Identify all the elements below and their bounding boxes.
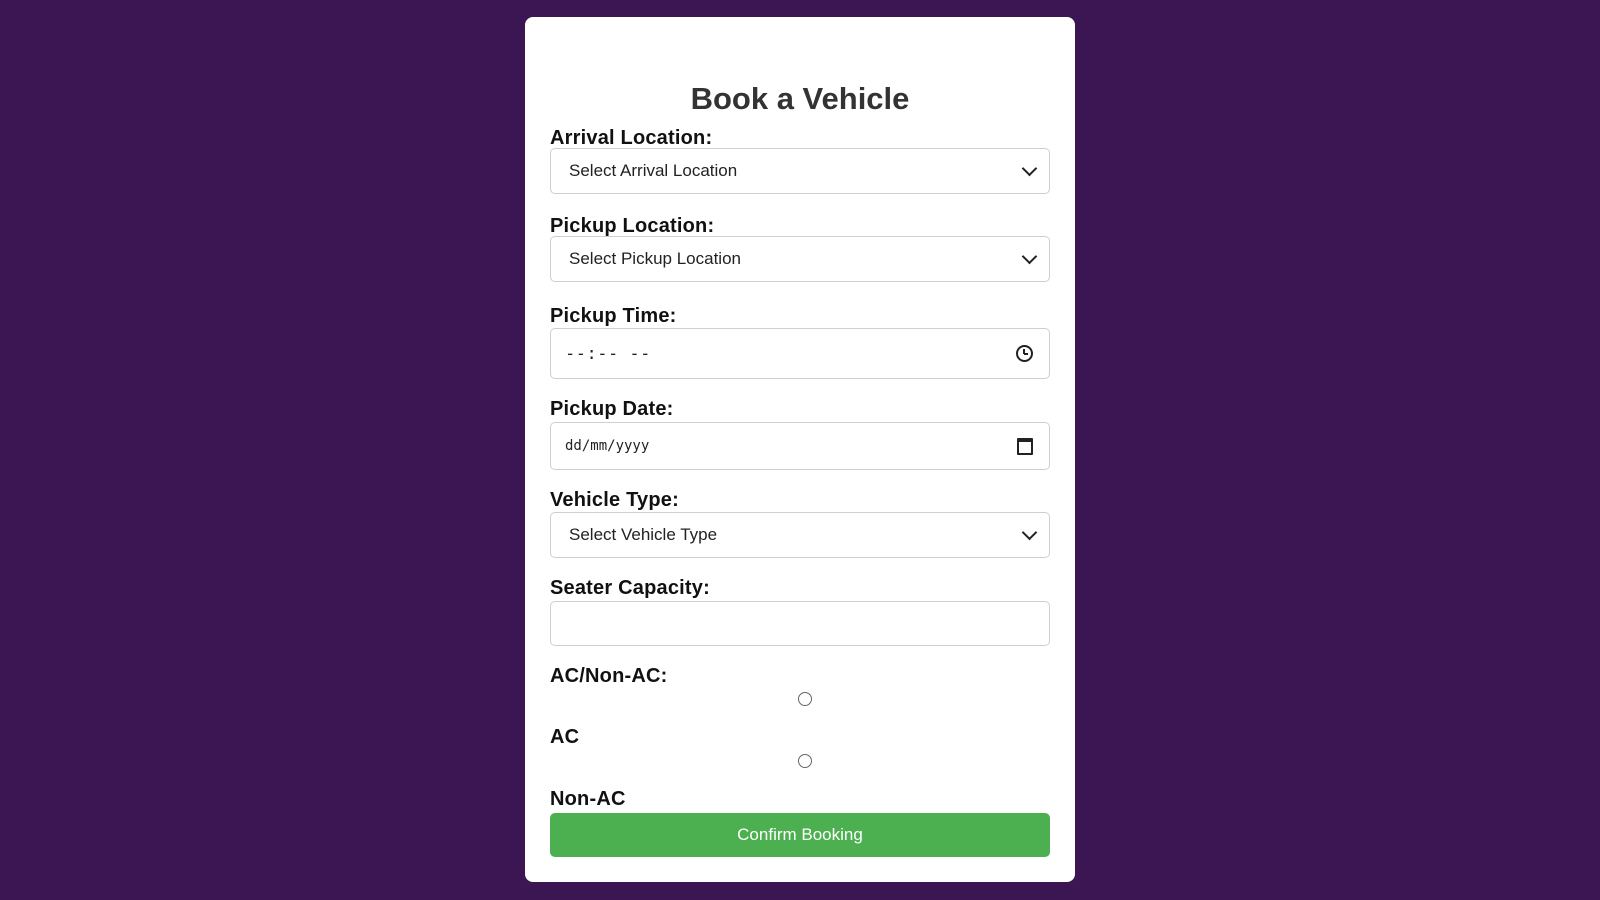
non-ac-radio[interactable] [798, 754, 812, 768]
ac-type-label: AC/Non-AC: [550, 665, 668, 687]
ac-option-label: AC [550, 726, 580, 748]
pickup-time-value: --:-- -- [565, 343, 651, 364]
page-title: Book a Vehicle [690, 81, 910, 116]
arrival-location-value: Select Arrival Location [569, 161, 738, 180]
pickup-time-input[interactable]: --:-- -- [550, 328, 1050, 379]
vehicle-type-select[interactable]: Select Vehicle Type [550, 512, 1050, 558]
pickup-time-label: Pickup Time: [550, 305, 677, 327]
ac-radio[interactable] [798, 692, 812, 706]
clock-icon[interactable] [1016, 345, 1033, 362]
pickup-date-label: Pickup Date: [550, 398, 674, 420]
calendar-icon[interactable] [1017, 437, 1033, 455]
pickup-date-input[interactable]: dd/mm/yyyy [550, 422, 1050, 470]
pickup-date-value: dd/mm/yyyy [565, 438, 650, 454]
chevron-down-icon [1021, 160, 1038, 177]
non-ac-option-label: Non-AC [550, 788, 626, 810]
confirm-booking-button[interactable]: Confirm Booking [550, 813, 1050, 857]
pickup-location-value: Select Pickup Location [569, 249, 741, 268]
pickup-location-select[interactable]: Select Pickup Location [550, 236, 1050, 282]
chevron-down-icon [1021, 524, 1038, 541]
vehicle-type-label: Vehicle Type: [550, 489, 679, 511]
arrival-location-label: Arrival Location: [550, 127, 713, 149]
arrival-location-select[interactable]: Select Arrival Location [550, 148, 1050, 194]
pickup-location-label: Pickup Location: [550, 215, 715, 237]
seater-capacity-label: Seater Capacity: [550, 577, 710, 599]
vehicle-type-value: Select Vehicle Type [569, 525, 718, 544]
booking-card: Book a Vehicle Arrival Location: Select … [525, 17, 1075, 882]
seater-capacity-input[interactable] [550, 601, 1050, 646]
chevron-down-icon [1021, 248, 1038, 265]
